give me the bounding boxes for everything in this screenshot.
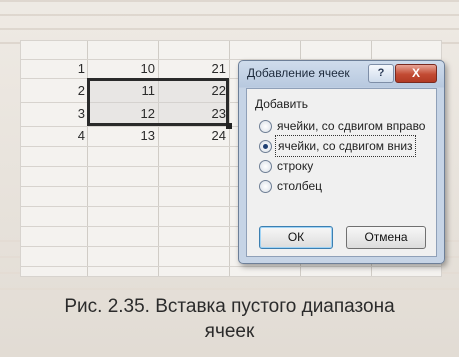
add-group-label: Добавить (255, 97, 309, 111)
cell-b2[interactable]: 11 (129, 82, 156, 100)
cell-c3[interactable]: 23 (200, 105, 226, 123)
cell-b3[interactable]: 12 (129, 105, 155, 123)
dialog-body: Добавить ячейки, со сдвигом вправо ячейк… (246, 88, 437, 257)
cell-a3[interactable]: 3 (61, 105, 85, 123)
ok-button[interactable]: ОК (259, 226, 333, 249)
radio-circle-icon[interactable] (259, 159, 272, 173)
option-entire-column[interactable]: столбец (259, 177, 322, 195)
cell-c2[interactable]: 22 (200, 82, 226, 100)
radio-selected-icon[interactable] (259, 139, 272, 153)
book-page-top-text-bleed (0, 0, 459, 45)
column-gridline (229, 41, 230, 276)
option-shift-down[interactable]: ячейки, со сдвигом вниз (259, 135, 416, 157)
cell-c4[interactable]: 24 (200, 127, 226, 145)
cancel-button[interactable]: Отмена (346, 226, 426, 249)
figure-caption: Рис. 2.35. Вставка пустого диапазона яче… (0, 294, 459, 344)
cell-b1[interactable]: 10 (129, 60, 155, 78)
caption-line-1: Рис. 2.35. Вставка пустого диапазона (64, 296, 395, 317)
option-label[interactable]: строку (277, 157, 313, 175)
radio-circle-icon[interactable] (259, 179, 272, 193)
help-button[interactable]: ? (368, 64, 394, 83)
column-gridline (158, 41, 159, 276)
option-shift-right[interactable]: ячейки, со сдвигом вправо (259, 117, 425, 135)
radio-circle-icon[interactable] (259, 119, 272, 133)
dialog-title: Добавление ячеек (247, 66, 350, 80)
column-gridline (87, 41, 88, 276)
cell-a1[interactable]: 1 (61, 60, 85, 78)
row-gridline (21, 266, 441, 267)
close-button[interactable]: X (395, 64, 437, 83)
cell-b4[interactable]: 13 (129, 127, 155, 145)
option-label[interactable]: ячейки, со сдвигом вправо (277, 117, 425, 135)
option-label[interactable]: ячейки, со сдвигом вниз (275, 135, 416, 157)
cell-a4[interactable]: 4 (61, 127, 85, 145)
fill-handle[interactable] (226, 123, 232, 129)
cell-a2[interactable]: 2 (61, 82, 85, 100)
cell-c1[interactable]: 21 (200, 60, 226, 78)
insert-cells-dialog: Добавление ячеек ? X Добавить ячейки, со… (238, 60, 445, 264)
caption-line-2: ячеек (204, 321, 255, 342)
option-entire-row[interactable]: строку (259, 157, 313, 175)
option-label[interactable]: столбец (277, 177, 322, 195)
